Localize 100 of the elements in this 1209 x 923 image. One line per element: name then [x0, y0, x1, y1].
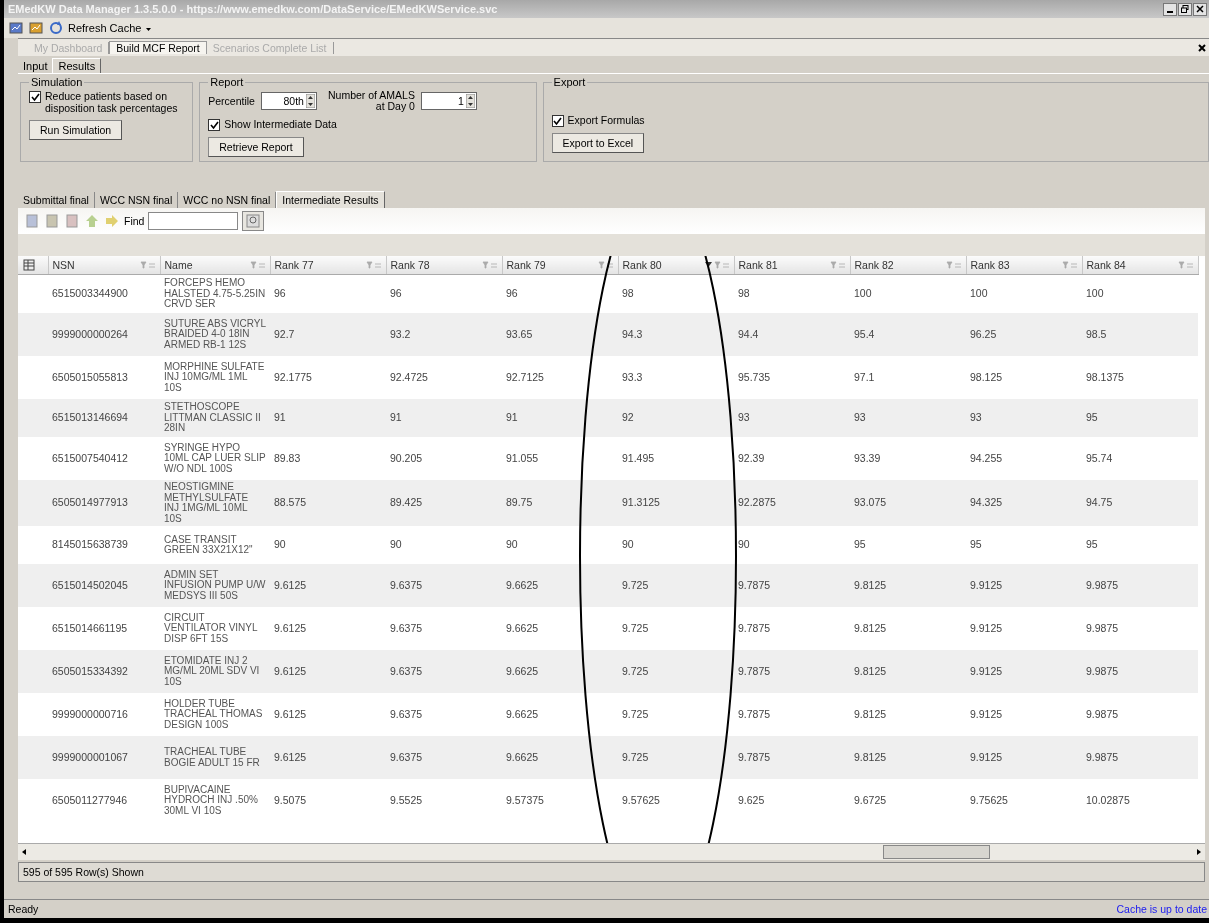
spinner-arrows-icon[interactable]	[305, 94, 315, 108]
refresh-cache-button[interactable]: Refresh Cache	[48, 20, 142, 36]
column-header[interactable]: Name	[160, 256, 270, 275]
checkbox[interactable]	[208, 119, 221, 132]
find-field[interactable]	[148, 212, 239, 230]
clipboard-icon[interactable]	[44, 213, 60, 229]
view-tab[interactable]: Input	[18, 59, 53, 73]
rank-cell: 91	[274, 411, 286, 424]
column-header[interactable]: Rank 78	[386, 256, 502, 275]
rank-cell: 89.75	[506, 496, 533, 509]
minimize-button[interactable]	[1163, 2, 1177, 16]
checkbox-label: Show Intermediate Data	[224, 118, 337, 131]
nsn-cell: 9999000001067	[52, 751, 128, 763]
column-header[interactable]: NSN	[48, 256, 160, 275]
column-chooser-icon[interactable]	[22, 259, 36, 271]
nsn-cell: 6515013146694	[52, 411, 128, 424]
name-cell: CIRCUIT VENTILATOR VINYL DISP 6FT 15S	[164, 611, 258, 644]
copy-icon[interactable]	[24, 213, 40, 229]
rank-cell: 9.725	[622, 579, 649, 591]
percentile-spinner[interactable]: 80th	[260, 92, 317, 110]
checkbox[interactable]	[29, 91, 41, 103]
result-tab[interactable]: Intermediate Results	[276, 191, 385, 208]
retrieve-report-button[interactable]: Retrieve Report	[208, 137, 304, 158]
rank-cell: 93	[970, 411, 982, 424]
rank-cell: 94.75	[1086, 496, 1113, 509]
search-button[interactable]	[242, 211, 265, 231]
rank-cell: 9.9125	[970, 751, 1003, 763]
rank-cell: 98.125	[970, 371, 1003, 383]
nsn-cell: 8145015638739	[52, 538, 128, 551]
view-tab[interactable]: Results	[52, 58, 102, 73]
name-cell: STETHOSCOPE LITTMAN CLASSIC II 28IN	[164, 401, 261, 434]
document-tab[interactable]: Build MCF Report	[109, 41, 207, 54]
rank-cell: 9.7875	[738, 579, 771, 591]
checkmark-icon	[30, 92, 40, 102]
checkbox-label: Export Formulas	[567, 114, 645, 126]
nsn-cell: 9999000000716	[52, 708, 128, 720]
nsn-cell: 6515007540412	[52, 452, 128, 464]
rank-cell: 9.6125	[274, 579, 307, 591]
rank-cell: 9.6625	[506, 665, 539, 677]
status-text: Ready	[8, 903, 39, 915]
search-icon	[246, 214, 261, 228]
export-to-excel-button[interactable]: Export to Excel	[551, 133, 645, 153]
amals-spinner[interactable]: 1	[420, 92, 477, 110]
rank-cell: 96	[390, 287, 402, 300]
group-title: Report	[209, 76, 245, 88]
rank-cell: 9.725	[622, 751, 649, 763]
rank-cell: 94.255	[970, 452, 1003, 464]
rank-cell: 92.2875	[738, 496, 776, 509]
nsn-cell: 6505011277946	[52, 794, 128, 806]
rank-cell: 94.3	[622, 328, 643, 340]
rank-cell: 9.625	[738, 794, 765, 806]
close-icon	[1196, 4, 1204, 13]
rank-cell: 9.6625	[506, 579, 539, 591]
column-header[interactable]: Rank 83	[966, 256, 1082, 275]
checkbox[interactable]	[551, 115, 564, 127]
filter-icon[interactable]	[597, 261, 614, 269]
rank-cell: 92.1775	[274, 371, 312, 383]
rank-cell: 9.725	[622, 708, 649, 720]
rank-cell: 95	[1086, 411, 1098, 424]
rank-cell: 96.25	[970, 328, 997, 340]
rank-cell: 9.9875	[1086, 622, 1119, 634]
column-header[interactable]: Rank 80	[618, 256, 734, 275]
scroll-thumb[interactable]	[883, 845, 990, 859]
rank-cell: 9.8125	[854, 579, 887, 591]
column-header[interactable]: Rank 77	[270, 256, 386, 275]
rank-cell: 9.6375	[390, 665, 423, 677]
rank-cell: 92.7	[274, 328, 295, 340]
rank-cell: 93.39	[854, 452, 881, 464]
chart-icon[interactable]	[8, 20, 24, 36]
rank-cell: 98	[622, 287, 634, 300]
restore-button[interactable]	[1178, 2, 1192, 16]
minimize-icon	[1167, 10, 1173, 13]
rank-cell: 98.1375	[1086, 371, 1124, 383]
print-icon[interactable]	[64, 213, 80, 229]
rank-cell: 90	[390, 538, 402, 551]
rank-cell: 9.6125	[274, 708, 307, 720]
find-label: Find	[124, 215, 145, 227]
field-label: Number of AMALS at Day 0	[327, 90, 415, 113]
rank-cell: 9.6125	[274, 751, 307, 763]
column-header[interactable]: Rank 81	[734, 256, 850, 275]
name-cell: SYRINGE HYPO 10ML CAP LUER SLIP W/O NDL 100S	[164, 441, 266, 474]
rank-cell: 9.9875	[1086, 665, 1119, 677]
rank-cell: 93	[854, 411, 866, 424]
name-cell: TRACHEAL TUBE BOGIE ADULT 15 FR	[164, 746, 260, 768]
nsn-cell: 6515014502045	[52, 579, 128, 591]
rank-cell: 96	[274, 287, 286, 300]
rank-cell: 10.02875	[1086, 794, 1130, 806]
nsn-cell: 6515003344900	[52, 287, 128, 300]
nsn-cell: 6505015334392	[52, 665, 128, 677]
column-header[interactable]: Rank 82	[850, 256, 966, 275]
rank-cell: 9.7875	[738, 622, 771, 634]
rank-cell: 90	[622, 538, 634, 551]
column-header[interactable]: Rank 84	[1082, 256, 1198, 275]
run-simulation-button[interactable]: Run Simulation	[29, 120, 123, 140]
close-button[interactable]	[1193, 2, 1207, 16]
rank-cell: 92.39	[738, 452, 765, 464]
nsn-cell: 6505014977913	[52, 496, 128, 509]
column-header[interactable]: Rank 79	[502, 256, 618, 275]
checkmark-icon	[553, 116, 563, 126]
spinner-arrows-icon[interactable]	[465, 94, 475, 108]
